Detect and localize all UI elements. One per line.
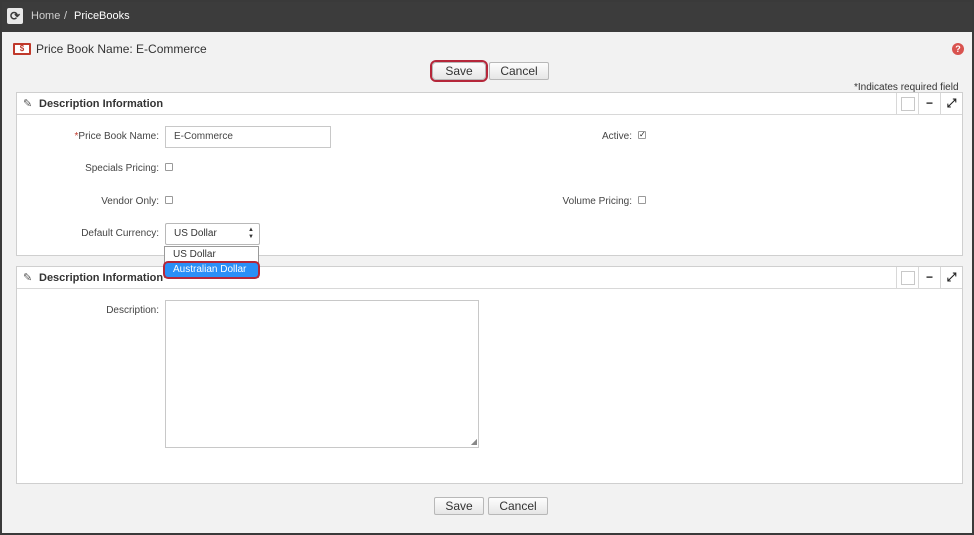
select-arrows-icon: ▲ ▼	[248, 227, 254, 240]
description-label: Description:	[106, 305, 159, 316]
pricebook-icon: $	[13, 43, 31, 55]
specials-pricing-checkbox[interactable]	[165, 163, 173, 171]
breadcrumb-home[interactable]: Home	[31, 10, 60, 22]
breadcrumb-current[interactable]: PriceBooks	[74, 10, 130, 22]
expand-icon[interactable]: ⤢	[940, 267, 962, 289]
price-book-name-label-text: Price Book Name:	[78, 131, 159, 142]
cancel-button-top[interactable]: Cancel	[489, 62, 549, 80]
currency-option-australian-dollar[interactable]: Australian Dollar	[165, 263, 258, 277]
app-window: ⟳ Home / PriceBooks $ Price Book Name: E…	[0, 0, 974, 535]
panel-header: ✎ Description Information − ⤢	[17, 267, 962, 289]
vendor-only-label: Vendor Only:	[101, 196, 159, 207]
panel-title: Description Information	[39, 272, 164, 284]
panel-select-tool[interactable]	[896, 93, 918, 115]
minimize-icon[interactable]: −	[918, 267, 940, 289]
resize-grip-icon[interactable]: ◢	[471, 438, 477, 446]
volume-pricing-checkbox[interactable]	[638, 196, 646, 204]
vendor-only-checkbox[interactable]	[165, 196, 173, 204]
currency-option-us-dollar[interactable]: US Dollar	[165, 248, 258, 262]
specials-pricing-label: Specials Pricing:	[85, 163, 159, 174]
save-button-top[interactable]: Save	[432, 62, 486, 80]
breadcrumb-separator: /	[64, 10, 68, 22]
default-currency-value: US Dollar	[174, 228, 217, 239]
description-panel-2: ✎ Description Information − ⤢ Descriptio…	[16, 266, 963, 484]
currency-dropdown-list: US Dollar Australian Dollar	[164, 246, 259, 278]
top-bar: ⟳ Home / PriceBooks	[2, 2, 972, 32]
active-label: Active:	[601, 131, 632, 142]
expand-icon[interactable]: ⤢	[940, 93, 962, 115]
checkbox-icon	[901, 97, 915, 111]
volume-pricing-label: Volume Pricing:	[562, 196, 632, 207]
active-checkbox[interactable]: ✓	[638, 131, 646, 139]
description-panel-1: ✎ Description Information − ⤢ *Price Boo…	[16, 92, 963, 256]
price-book-name-label: *Price Book Name:	[57, 131, 160, 142]
edit-icon: ✎	[23, 98, 33, 110]
default-currency-select[interactable]: US Dollar ▲ ▼	[165, 223, 260, 245]
minimize-icon[interactable]: −	[918, 93, 940, 115]
help-icon[interactable]: ?	[952, 43, 964, 55]
default-currency-label: Default Currency:	[81, 228, 159, 239]
panel-header: ✎ Description Information − ⤢	[17, 93, 962, 115]
price-book-name-input[interactable]: E-Commerce	[165, 126, 331, 148]
edit-icon: ✎	[23, 272, 33, 284]
description-textarea[interactable]: ◢	[165, 300, 479, 448]
page-title: Price Book Name: E-Commerce	[36, 42, 207, 56]
save-button-bottom[interactable]: Save	[434, 497, 484, 515]
panel-title: Description Information	[39, 98, 164, 110]
cancel-button-bottom[interactable]: Cancel	[488, 497, 548, 515]
panel-select-tool[interactable]	[896, 267, 918, 289]
refresh-icon[interactable]: ⟳	[7, 8, 23, 24]
checkbox-icon	[901, 271, 915, 285]
